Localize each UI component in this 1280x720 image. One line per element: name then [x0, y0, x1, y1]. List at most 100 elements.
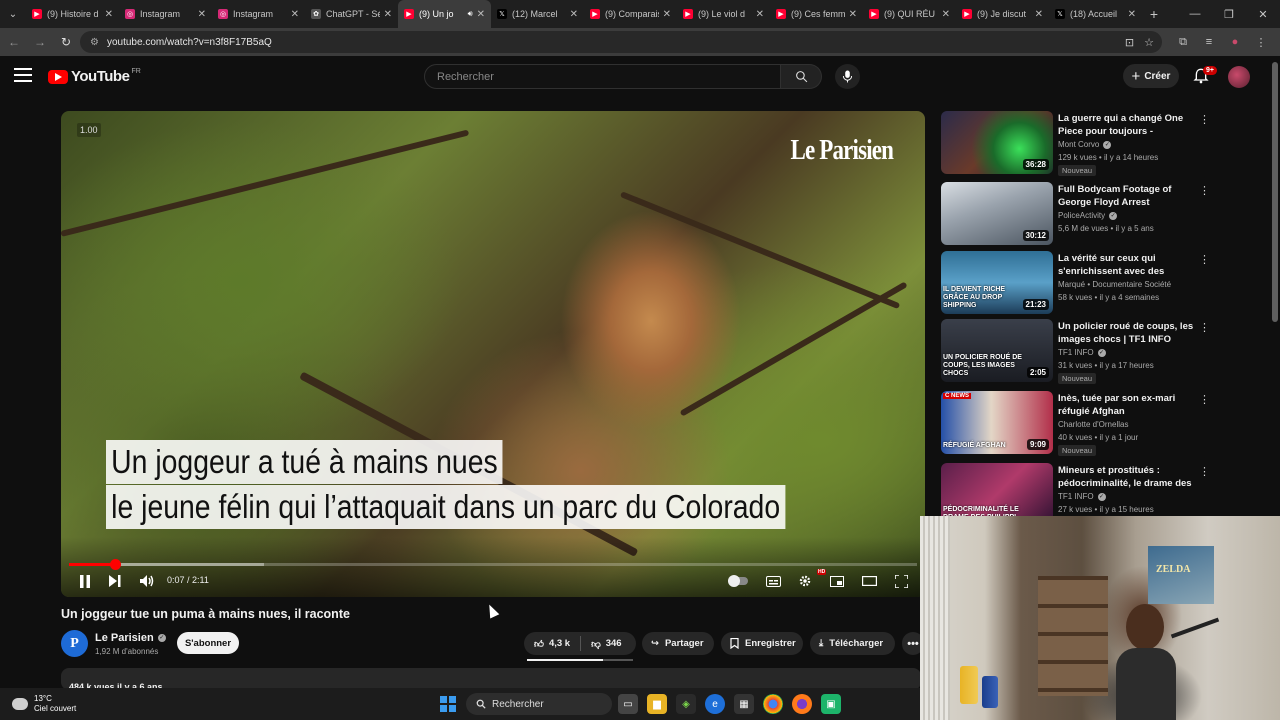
- close-tab-icon[interactable]: ✕: [384, 9, 392, 20]
- voice-search-button[interactable]: [835, 64, 860, 89]
- dislike-button[interactable]: 👎︎ 346: [581, 632, 632, 655]
- recommendation-thumbnail[interactable]: IL DEVIENT RICHE GRÂCE AU DROP SHIPPING 2…: [941, 251, 1053, 314]
- browser-tab[interactable]: ◎ Instagram ✕: [119, 0, 212, 28]
- media-control-icon[interactable]: ≡: [1198, 36, 1220, 48]
- browser-tab[interactable]: ▶ (9) QUI RÉU ✕: [863, 0, 956, 28]
- close-window-icon[interactable]: ✕: [1246, 0, 1280, 28]
- chrome-icon[interactable]: [763, 694, 783, 714]
- channel-name[interactable]: Le Parisien: [95, 632, 154, 644]
- subtitles-button[interactable]: [765, 573, 781, 589]
- recommendation-item[interactable]: 30:12 Full Bodycam Footage of George Floy…: [941, 182, 1271, 246]
- profile-icon[interactable]: ●: [1224, 36, 1246, 48]
- recommendation-thumbnail[interactable]: C NEWS RÉFUGIÉ AFGHAN 9:09: [941, 391, 1053, 454]
- close-tab-icon[interactable]: ✕: [1128, 9, 1136, 20]
- recommendation-title[interactable]: Un policier roué de coups, les images ch…: [1058, 320, 1196, 346]
- recommendation-title[interactable]: La vérité sur ceux qui s'enrichissent av…: [1058, 252, 1196, 278]
- close-tab-icon[interactable]: ✕: [942, 9, 950, 20]
- recommendation-title[interactable]: Mineurs et prostitués : pédocriminalité,…: [1058, 464, 1196, 490]
- recommendation-channel-row[interactable]: TF1 INFO ✓: [1058, 348, 1106, 357]
- recommendation-channel[interactable]: Marqué • Documentaire Société: [1058, 280, 1171, 289]
- browser-tab[interactable]: ▶ (9) Je discut ✕: [956, 0, 1049, 28]
- browser-menu-icon[interactable]: ⋮: [1250, 36, 1272, 49]
- xbox-icon[interactable]: ◈: [676, 694, 696, 714]
- close-tab-icon[interactable]: ✕: [663, 9, 671, 20]
- restore-icon[interactable]: ❐: [1212, 0, 1246, 28]
- recommendation-channel-row[interactable]: TF1 INFO ✓: [1058, 492, 1106, 501]
- scrubber-handle[interactable]: [109, 559, 121, 570]
- tab-search-button[interactable]: ⌄: [0, 0, 26, 28]
- channel-avatar[interactable]: P: [61, 630, 88, 657]
- recommendation-channel[interactable]: Mont Corvo: [1058, 140, 1099, 149]
- recommendation-title[interactable]: Inès, tuée par son ex-mari réfugié Afgha…: [1058, 392, 1196, 418]
- firefox-icon[interactable]: [792, 694, 812, 714]
- autoplay-toggle[interactable]: [728, 575, 748, 587]
- menu-icon[interactable]: [14, 68, 32, 84]
- close-tab-icon[interactable]: ✕: [291, 9, 299, 20]
- recommendation-thumbnail[interactable]: 36:28: [941, 111, 1053, 174]
- taskbar-search[interactable]: Rechercher: [466, 693, 612, 715]
- pause-button[interactable]: [77, 573, 93, 589]
- install-app-icon[interactable]: ⊡: [1125, 36, 1134, 49]
- fullscreen-button[interactable]: [893, 573, 909, 589]
- miniplayer-button[interactable]: [829, 573, 845, 589]
- close-tab-icon[interactable]: ✕: [1035, 9, 1043, 20]
- close-tab-icon[interactable]: ✕: [477, 9, 485, 20]
- browser-tab[interactable]: 𝕏 (12) Marcel ✕: [491, 0, 584, 28]
- browser-tab[interactable]: ▶ (9) Ces femm ✕: [770, 0, 863, 28]
- like-button[interactable]: 👍︎ 4,3 k: [524, 632, 580, 655]
- search-button[interactable]: [781, 64, 822, 89]
- more-options-icon[interactable]: ⋮: [1199, 113, 1210, 126]
- recommendation-item[interactable]: UN POLICIER ROUÉ DE COUPS, LES IMAGES CH…: [941, 319, 1271, 384]
- browser-tab[interactable]: 𝕏 (18) Accueil ✕: [1049, 0, 1142, 28]
- subscribe-button[interactable]: S'abonner: [177, 632, 239, 654]
- more-options-icon[interactable]: ⋮: [1199, 184, 1210, 197]
- browser-tab[interactable]: ▶ (9) Histoire d ✕: [26, 0, 119, 28]
- recommendation-channel[interactable]: PoliceActivity: [1058, 211, 1105, 220]
- recommendation-thumbnail[interactable]: UN POLICIER ROUÉ DE COUPS, LES IMAGES CH…: [941, 319, 1053, 382]
- forward-icon[interactable]: →: [28, 30, 52, 54]
- recommendation-title[interactable]: Full Bodycam Footage of George Floyd Arr…: [1058, 183, 1196, 209]
- browser-tab[interactable]: ▶ (9) Un jo 🔊︎ ✕: [398, 0, 491, 28]
- next-button[interactable]: [107, 573, 123, 589]
- recommendation-channel-row[interactable]: Marqué • Documentaire Société: [1058, 280, 1171, 289]
- recommendation-title[interactable]: La guerre qui a changé One Piece pour to…: [1058, 112, 1196, 138]
- theater-mode-button[interactable]: [861, 573, 877, 589]
- close-tab-icon[interactable]: ✕: [849, 9, 857, 20]
- address-bar[interactable]: ⚙ youtube.com/watch?v=n3f8F17B5aQ ⊡ ☆: [80, 31, 1162, 53]
- more-options-icon[interactable]: ⋮: [1199, 253, 1210, 266]
- audio-playing-icon[interactable]: 🔊︎: [468, 9, 473, 19]
- page-scrollbar[interactable]: [1272, 62, 1278, 322]
- back-icon[interactable]: ←: [2, 30, 26, 54]
- recommendation-item[interactable]: 36:28 La guerre qui a changé One Piece po…: [941, 111, 1271, 176]
- youtube-logo[interactable]: YouTube FR: [48, 68, 141, 85]
- windows-start-icon[interactable]: [440, 696, 456, 712]
- close-tab-icon[interactable]: ✕: [198, 9, 206, 20]
- weather-widget[interactable]: 13°C Ciel couvert: [12, 694, 76, 714]
- recommendation-channel-row[interactable]: Charlotte d'Ornellas: [1058, 420, 1128, 429]
- recommendation-channel-row[interactable]: Mont Corvo ✓: [1058, 140, 1112, 149]
- recommendation-channel-row[interactable]: PoliceActivity ✓: [1058, 211, 1118, 220]
- store-icon[interactable]: ▦: [734, 694, 754, 714]
- reload-icon[interactable]: ↻: [54, 30, 78, 54]
- channel-name-row[interactable]: Le Parisien ✓: [95, 632, 166, 644]
- more-options-icon[interactable]: ⋮: [1199, 321, 1210, 334]
- search-input[interactable]: [424, 64, 781, 89]
- close-tab-icon[interactable]: ✕: [570, 9, 578, 20]
- browser-tab[interactable]: ✿ ChatGPT - Sé ✕: [305, 0, 398, 28]
- browser-tab[interactable]: ▶ (9) Le viol d ✕: [677, 0, 770, 28]
- save-button[interactable]: Enregistrer: [721, 632, 803, 655]
- volume-button[interactable]: [139, 573, 155, 589]
- extensions-icon[interactable]: ⧉: [1172, 36, 1194, 49]
- recommendation-thumbnail[interactable]: 30:12: [941, 182, 1053, 245]
- recommendation-item[interactable]: C NEWS RÉFUGIÉ AFGHAN 9:09 Inès, tuée par s…: [941, 391, 1271, 456]
- more-options-icon[interactable]: ⋮: [1199, 465, 1210, 478]
- file-explorer-icon[interactable]: ▆: [647, 694, 667, 714]
- create-button[interactable]: + Créer: [1123, 64, 1179, 88]
- edge-icon[interactable]: e: [705, 694, 725, 714]
- settings-button[interactable]: [797, 573, 813, 589]
- browser-tab[interactable]: ▶ (9) Comparais ✕: [584, 0, 677, 28]
- close-tab-icon[interactable]: ✕: [105, 9, 113, 20]
- more-options-icon[interactable]: ⋮: [1199, 393, 1210, 406]
- account-avatar[interactable]: [1228, 66, 1250, 88]
- close-tab-icon[interactable]: ✕: [756, 9, 764, 20]
